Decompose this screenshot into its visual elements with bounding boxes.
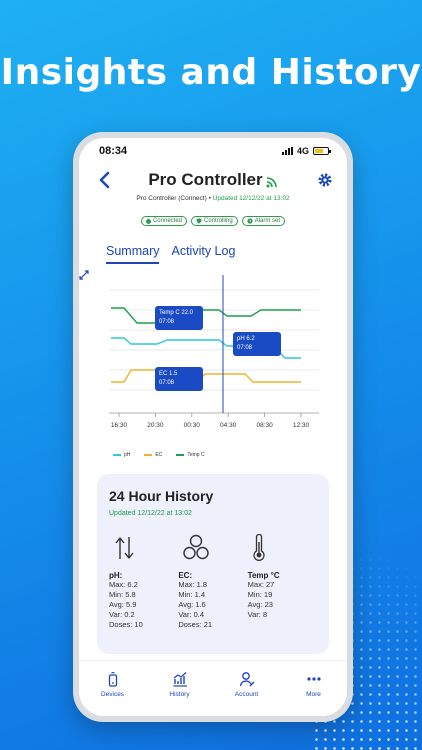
legend-item-temp: Temp C xyxy=(176,452,205,458)
signal-icon xyxy=(281,147,293,155)
tooltip-ec: EC 1.5 07:08 xyxy=(155,367,203,391)
title-row: Pro Controller xyxy=(79,170,347,190)
gear-icon[interactable] xyxy=(317,172,333,188)
history-updated: Updated 12/12/22 at 13:02 xyxy=(109,510,192,517)
history-card: 24 Hour History Updated 12/12/22 at 13:0… xyxy=(97,474,329,654)
tooltip-time: 07:08 xyxy=(237,345,253,351)
tab-bar: Summary Activity Log xyxy=(79,244,347,264)
updated-text: Updated 12/12/22 at 13:02 xyxy=(212,195,290,202)
tab-label: More xyxy=(306,691,321,698)
x-tick-label: 12:30 xyxy=(293,422,310,429)
stat-value: Avg: 23 xyxy=(247,600,273,609)
more-icon xyxy=(306,677,321,681)
tab-more[interactable]: More xyxy=(289,671,339,716)
stat-value: Var: 8 xyxy=(247,610,268,619)
tooltip-label: EC 1.5 xyxy=(159,371,178,377)
tab-label: Account xyxy=(234,691,259,698)
tooltip-time: 07:08 xyxy=(159,319,175,325)
expand-icon[interactable] xyxy=(79,270,89,280)
stat-value: Min: 1.4 xyxy=(178,590,206,599)
metric-name: EC: xyxy=(178,571,193,580)
tab-label: History xyxy=(169,691,190,698)
thermometer-icon xyxy=(253,534,265,561)
stat-value: Doses: 10 xyxy=(109,620,143,629)
network-label: 4G xyxy=(296,146,309,156)
stat-value: Max: 1.8 xyxy=(178,580,208,589)
metric-temp: Temp °C Max: 27 Min: 19 Avg: 23 Var: 8 xyxy=(248,533,317,630)
header: Pro Controller Pro Controller (Connect) … xyxy=(79,164,347,220)
tooltip-label: Temp C 22.0 xyxy=(159,310,194,316)
battery-icon xyxy=(313,147,331,155)
stat-value: Var: 0.2 xyxy=(109,610,135,619)
tooltip-temp: Temp C 22.0 07:08 xyxy=(155,306,203,330)
chart-svg: 16:30 20:30 00:30 04:30 08:30 12:30 xyxy=(109,275,319,429)
x-tick-labels: 16:30 20:30 00:30 04:30 08:30 12:30 xyxy=(111,422,310,429)
tab-account[interactable]: Account xyxy=(222,671,272,716)
chart-legend: pH EC Temp C xyxy=(79,452,347,458)
sensor-chart: 16:30 20:30 00:30 04:30 08:30 12:30 Temp C 22… xyxy=(79,270,347,450)
tab-activity-log[interactable]: Activity Log xyxy=(171,244,235,264)
stat-value: Max: 27 xyxy=(247,580,275,589)
user-icon xyxy=(239,672,254,687)
headline: Insights and History xyxy=(0,52,422,93)
device-model: Pro Controller (Connect) xyxy=(136,195,207,202)
series-line-ec xyxy=(111,369,301,383)
stat-value: Max: 6.2 xyxy=(109,580,138,589)
metric-ph: pH: Max: 6.2 Min: 5.8 Avg: 5.9 Var: 0.2 … xyxy=(109,533,178,630)
x-ticks xyxy=(118,413,302,417)
legend-item-ph: pH xyxy=(113,452,130,458)
arrows-up-down-icon xyxy=(115,537,134,559)
x-tick-label: 20:30 xyxy=(147,422,164,429)
tab-label: Devices xyxy=(100,691,125,698)
subtitle-separator: • xyxy=(208,195,211,202)
tab-history[interactable]: History xyxy=(155,671,205,716)
tooltip-time: 07:08 xyxy=(159,380,175,386)
molecule-icon xyxy=(183,534,210,560)
tooltip-ph: pH 6.2 07:08 xyxy=(233,332,281,356)
tab-summary[interactable]: Summary xyxy=(106,244,160,264)
stat-value: Avg: 5.9 xyxy=(109,600,137,609)
x-tick-label: 16:30 xyxy=(111,422,128,429)
device-icon xyxy=(108,672,117,687)
connection-icon xyxy=(266,177,277,188)
chart-icon xyxy=(173,672,187,687)
app-screen: 08:34 4G Pro Controller Pro Controller (… xyxy=(79,138,347,716)
stat-value: Avg: 1.6 xyxy=(178,600,206,609)
stat-value: Doses: 21 xyxy=(178,620,213,629)
bottom-tab-bar: Devices History Account More xyxy=(79,660,347,716)
x-tick-label: 08:30 xyxy=(256,422,273,429)
phone-frame: 08:34 4G Pro Controller Pro Controller (… xyxy=(73,132,353,722)
tooltip-label: pH 6.2 xyxy=(237,336,255,342)
history-title: 24 Hour History xyxy=(109,488,214,504)
metric-ec: EC: Max: 1.8 Min: 1.4 Avg: 1.6 Var: 0.4 … xyxy=(178,533,247,630)
page-title: Pro Controller xyxy=(148,170,263,189)
x-tick-label: 00:30 xyxy=(184,422,201,429)
stat-value: Min: 5.8 xyxy=(109,590,136,599)
metric-name: Temp °C xyxy=(247,571,280,580)
history-metrics: pH: Max: 6.2 Min: 5.8 Avg: 5.9 Var: 0.2 … xyxy=(109,533,317,630)
x-tick-label: 04:30 xyxy=(220,422,237,429)
device-subtitle: Pro Controller (Connect) • Updated 12/12… xyxy=(79,195,347,202)
tab-devices[interactable]: Devices xyxy=(88,671,138,716)
stat-value: Var: 0.4 xyxy=(178,610,205,619)
metric-name: pH: xyxy=(109,571,123,580)
stat-value: Min: 19 xyxy=(247,590,273,599)
status-time: 08:34 xyxy=(99,145,128,157)
legend-item-ec: EC xyxy=(144,452,162,458)
status-indicators: 4G xyxy=(281,146,331,156)
status-bar: 08:34 4G xyxy=(79,138,347,164)
